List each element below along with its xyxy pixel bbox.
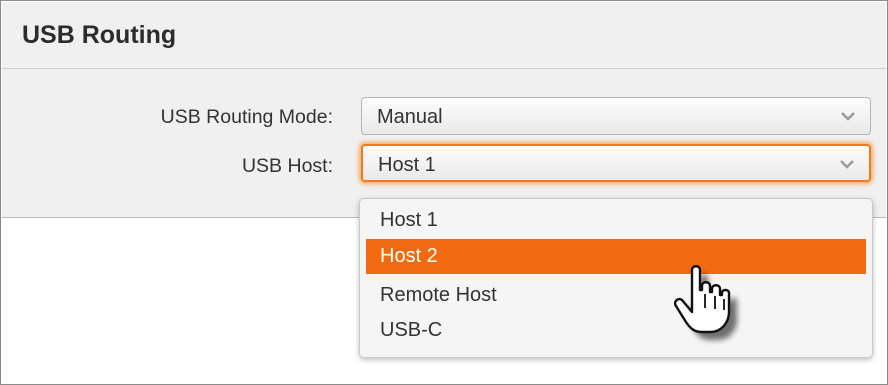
- routing-mode-label: USB Routing Mode:: [160, 106, 333, 128]
- option-host-2[interactable]: Host 2: [366, 239, 866, 274]
- usb-host-label: USB Host:: [241, 155, 333, 177]
- option-remote-host[interactable]: Remote Host: [366, 278, 866, 313]
- chevron-down-icon: [841, 112, 855, 121]
- usb-host-dropdown-list: Host 1 Host 2 Remote Host USB-C: [359, 198, 873, 358]
- routing-mode-value: Manual: [377, 106, 443, 128]
- hand-pointer-cursor-icon: [673, 265, 737, 340]
- header-divider: [2, 68, 886, 69]
- usb-routing-window: USB Routing USB Routing Mode: Manual USB…: [0, 0, 888, 385]
- usb-host-value: Host 1: [378, 154, 436, 176]
- option-host-1[interactable]: Host 1: [366, 203, 866, 238]
- usb-routing-panel: USB Routing USB Routing Mode: Manual USB…: [2, 2, 886, 218]
- option-usb-c[interactable]: USB-C: [366, 313, 866, 348]
- usb-host-select[interactable]: Host 1: [361, 144, 871, 182]
- routing-mode-select[interactable]: Manual: [361, 97, 871, 135]
- chevron-down-icon: [840, 160, 854, 169]
- panel-title: USB Routing: [22, 21, 177, 49]
